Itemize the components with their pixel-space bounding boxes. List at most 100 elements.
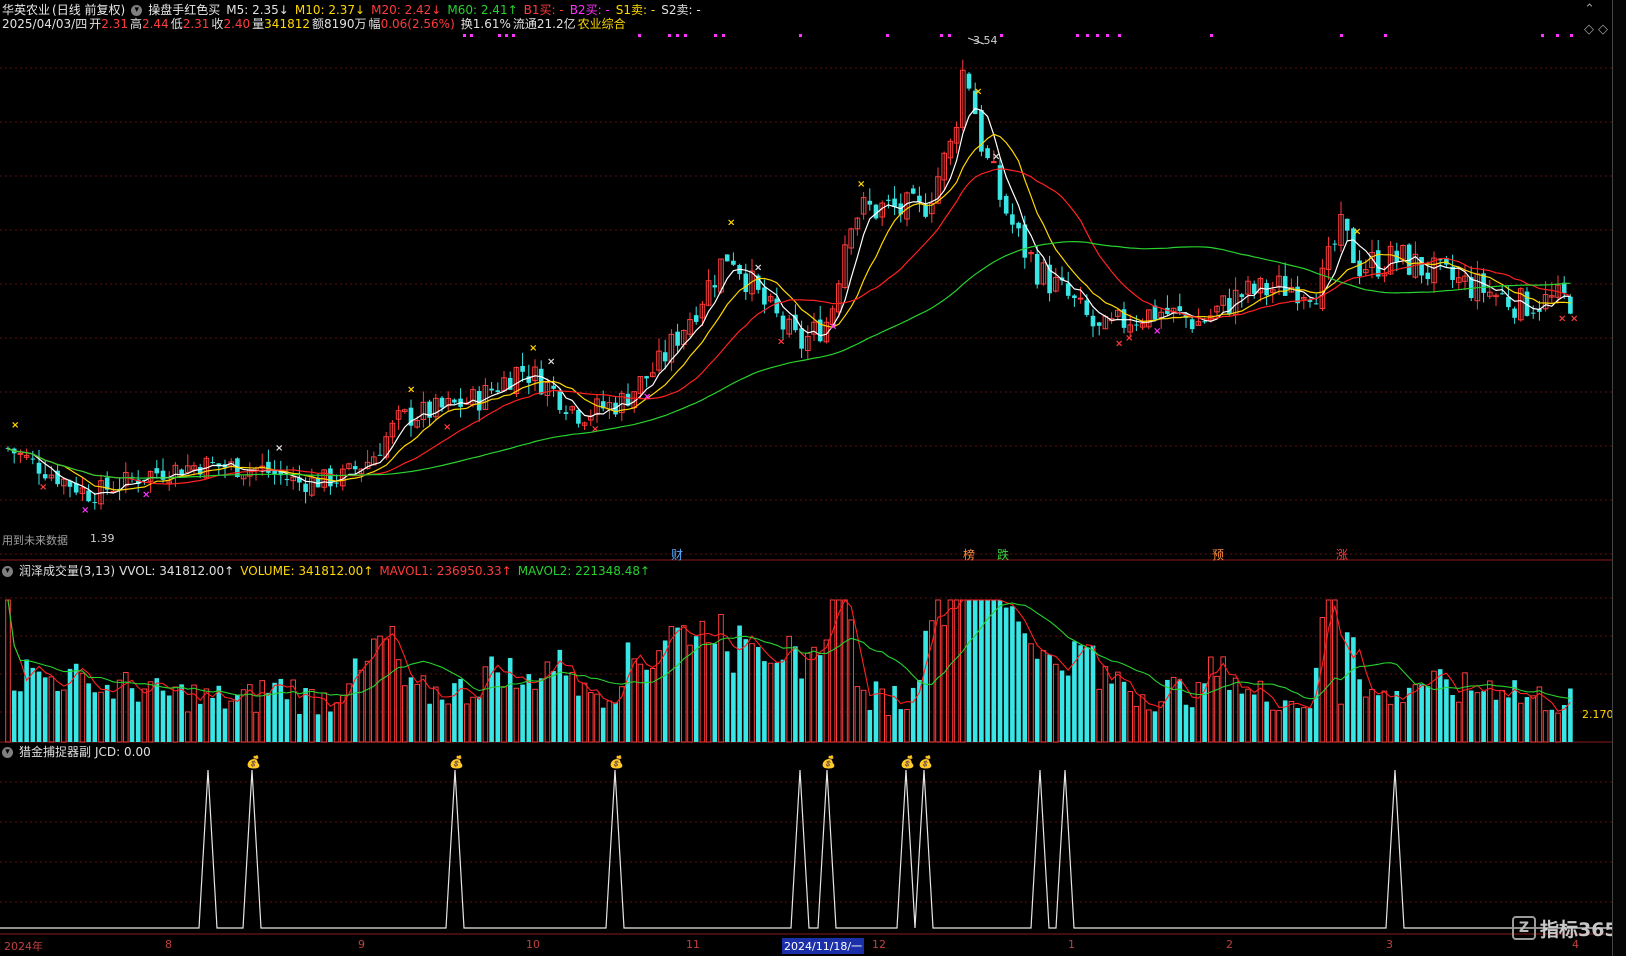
volume-bar-down	[1152, 711, 1158, 742]
candle-down	[731, 260, 736, 265]
right-scrollbar[interactable]	[1612, 0, 1626, 956]
top-signal-dot	[1210, 34, 1213, 37]
volume-bar-down	[1394, 691, 1400, 742]
top-signal-dot	[1570, 34, 1573, 37]
volume-bar-up	[699, 620, 706, 743]
volume-bar-up	[501, 686, 507, 743]
volume-bar-down	[30, 667, 36, 742]
candle-down	[86, 490, 91, 502]
event-tag-rise[interactable]: 涨	[1333, 548, 1351, 562]
mavol2-value: MAVOL2: 221348.48↑	[517, 564, 651, 578]
volume-bar-up	[377, 635, 383, 743]
volume-bar-up	[1139, 694, 1146, 743]
jcd-panel-title[interactable]: 猎金捕捉器副	[19, 745, 91, 759]
volume-bar-down	[166, 695, 172, 742]
volume-bar-up	[333, 702, 340, 743]
candle-down	[210, 462, 215, 464]
volume-bar-down	[315, 714, 321, 742]
top-signal-dot	[714, 34, 717, 37]
signal-marker: ×	[142, 489, 150, 500]
candle-down	[997, 165, 1003, 200]
candle-down	[1134, 324, 1139, 326]
volume-bar-up	[1338, 703, 1344, 743]
candle-down	[1239, 294, 1245, 298]
candle-down	[489, 388, 494, 391]
volume-bar-down	[1165, 679, 1170, 742]
signal-marker: ×	[443, 422, 451, 433]
volume-bar-down	[86, 683, 91, 742]
volume-bar-down	[892, 685, 897, 742]
candle-down	[1065, 283, 1071, 296]
event-tag-forecast[interactable]: 预	[1209, 548, 1227, 562]
top-signal-dot	[505, 34, 508, 37]
volume-bar-up	[1542, 710, 1549, 743]
volume-bar-down	[873, 681, 879, 742]
money-bag-icon: 💰	[918, 755, 933, 769]
volume-bar-up	[860, 689, 867, 743]
volume-bar-down	[42, 677, 48, 742]
volume-bar-down	[743, 639, 749, 742]
volume-bar-up	[48, 676, 55, 743]
volume-bar-up	[606, 700, 613, 743]
money-bag-icon: 💰	[900, 755, 915, 769]
signal-marker: ×	[829, 321, 837, 332]
z-logo-icon: Z	[1512, 916, 1536, 940]
volume-bar-down	[210, 697, 215, 742]
candle-down	[1010, 214, 1015, 225]
volume-panel-title[interactable]: 润泽成交量(3,13)	[19, 564, 115, 578]
candle-down	[1022, 224, 1028, 258]
money-bag-icon: 💰	[246, 755, 261, 769]
signal-marker: ×	[777, 337, 785, 348]
volume-bar-up	[203, 688, 210, 743]
candle-down	[1506, 296, 1511, 308]
volume-bar-down	[1264, 701, 1269, 742]
candle-down	[36, 462, 42, 474]
volume-bar-down	[1251, 694, 1257, 742]
event-tag-rank[interactable]: 榜	[960, 548, 978, 562]
volume-bar-down	[731, 672, 736, 742]
candle-down	[495, 390, 501, 393]
max-price-label: 3.54	[973, 34, 998, 47]
volume-bar-down	[1109, 683, 1114, 742]
volume-bar-down	[762, 661, 767, 742]
brand-text: 指标365	[1540, 918, 1618, 941]
volume-bar-up	[1363, 696, 1369, 743]
candle-down	[1344, 218, 1350, 231]
candle-down	[1072, 295, 1077, 299]
volume-bar-down	[1189, 707, 1195, 742]
time-axis-label-9: 3	[1386, 938, 1393, 951]
volume-bar-down	[774, 662, 780, 742]
volume-toggle-icon[interactable]: ▾	[2, 566, 13, 577]
time-axis-label-8: 2	[1226, 938, 1233, 951]
jcd-toggle-icon[interactable]: ▾	[2, 747, 13, 758]
candle-down	[867, 200, 873, 205]
volume-bar-up	[1208, 656, 1214, 743]
candle-down	[1251, 283, 1257, 294]
volume-bar-down	[1313, 667, 1319, 742]
candle-down	[92, 502, 98, 504]
candle-down	[334, 482, 339, 484]
candle-down	[563, 412, 569, 414]
volume-bar-up	[681, 625, 687, 743]
volume-bar-up	[1462, 672, 1468, 743]
top-signal-dot	[684, 34, 687, 37]
volume-bar-up	[420, 675, 427, 743]
volume-bar-down	[439, 699, 445, 742]
candle-down	[675, 331, 680, 346]
candle-down	[799, 328, 804, 349]
volume-bar-down	[73, 663, 79, 742]
candle-down	[985, 148, 990, 159]
volume-bar-down	[979, 600, 984, 742]
volume-bar-down	[910, 687, 916, 742]
candle-down	[328, 468, 333, 487]
volume-bar-down	[1506, 697, 1511, 742]
candle-down	[1332, 243, 1338, 245]
volume-bar-up	[823, 639, 830, 743]
event-tag-finance[interactable]: 财	[668, 548, 686, 562]
kline-chart[interactable]: ××××××××××××××××××× ×××× ×💰 💰 💰 💰 💰 💰	[0, 0, 1612, 956]
event-tag-fall[interactable]: 跌	[994, 548, 1012, 562]
time-axis-label-0: 2024年	[4, 940, 43, 953]
volume-bar-up	[1332, 599, 1338, 743]
volume-bar-up	[947, 599, 954, 743]
volume-bar-down	[625, 642, 631, 742]
